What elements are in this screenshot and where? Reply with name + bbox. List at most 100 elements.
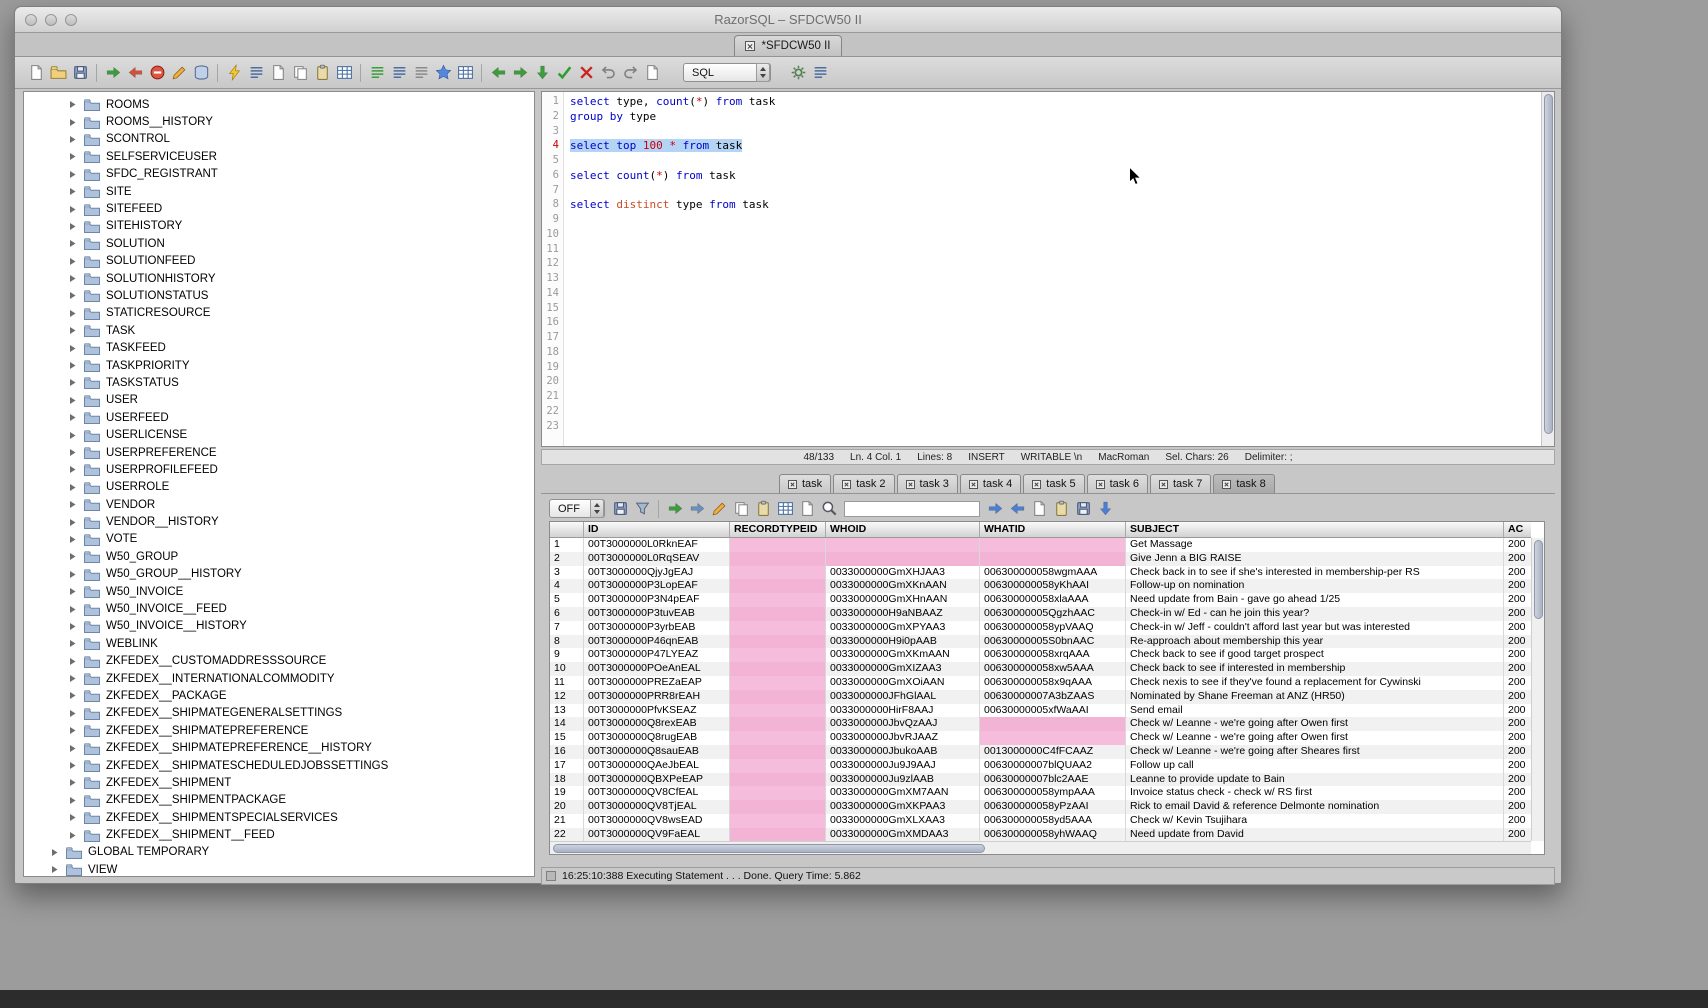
tree-item-taskpriority[interactable]: TASKPRIORITY bbox=[24, 357, 534, 374]
table-cell-num[interactable]: 16 bbox=[550, 745, 584, 759]
tree-item-view[interactable]: VIEW bbox=[24, 861, 534, 877]
tree-item-zkfedex-shipmentspecialservices[interactable]: ZKFEDEX__SHIPMENTSPECIALSERVICES bbox=[24, 809, 534, 826]
tree-item-selfserviceuser[interactable]: SELFSERVICEUSER bbox=[24, 148, 534, 165]
table-cell-whatid[interactable]: 006300000058yPzAAI bbox=[980, 800, 1126, 814]
table-cell-num[interactable]: 17 bbox=[550, 759, 584, 773]
table-cell-ac[interactable]: 200 bbox=[1504, 538, 1531, 552]
table-row[interactable]: 600T3000000P3tuvEAB0033000000H9aNBAAZ006… bbox=[550, 607, 1531, 621]
table-row[interactable]: 1900T3000000QV8CfEAL0033000000GmXM7AAN00… bbox=[550, 786, 1531, 800]
statement-type-select[interactable]: SQL bbox=[683, 63, 771, 82]
table-row[interactable]: 1300T3000000PfvKSEAZ0033000000HirF8AAJ00… bbox=[550, 704, 1531, 718]
table-cell-whatid[interactable] bbox=[980, 538, 1126, 552]
tree-item-w50-group[interactable]: W50_GROUP bbox=[24, 548, 534, 565]
table-cell-whoid[interactable]: 0033000000GmXKPAA3 bbox=[826, 800, 980, 814]
table-cell-ac[interactable]: 200 bbox=[1504, 800, 1531, 814]
table-cell-subject[interactable]: Check back to see if interested in membe… bbox=[1126, 662, 1504, 676]
table-cell-whoid[interactable]: 0033000000HirF8AAJ bbox=[826, 704, 980, 718]
table-cell-num[interactable]: 19 bbox=[550, 786, 584, 800]
table-cell-whatid[interactable] bbox=[980, 731, 1126, 745]
drop-object-icon[interactable] bbox=[146, 62, 168, 84]
tree-item-zkfedex-internationalcommodity[interactable]: ZKFEDEX__INTERNATIONALCOMMODITY bbox=[24, 670, 534, 687]
table-cell-whatid[interactable]: 006300000058yd5AAA bbox=[980, 814, 1126, 828]
tree-item-vendor[interactable]: VENDOR bbox=[24, 496, 534, 513]
scrollbar-thumb[interactable] bbox=[1534, 540, 1543, 619]
tree-item-scontrol[interactable]: SCONTROL bbox=[24, 131, 534, 148]
tree-item-userrole[interactable]: USERROLE bbox=[24, 479, 534, 496]
disclosure-triangle-icon[interactable] bbox=[68, 622, 77, 631]
table-cell-subject[interactable]: Follow up call bbox=[1126, 759, 1504, 773]
tree-item-solution[interactable]: SOLUTION bbox=[24, 235, 534, 252]
table-row[interactable]: 1500T3000000Q8rugEAB0033000000JbvRJAAZCh… bbox=[550, 731, 1531, 745]
table-cell-whoid[interactable]: 0033000000GmXKmAAN bbox=[826, 648, 980, 662]
column-header-id[interactable]: ID bbox=[584, 522, 730, 538]
disclosure-triangle-icon[interactable] bbox=[68, 222, 77, 231]
tree-item-sitehistory[interactable]: SITEHISTORY bbox=[24, 218, 534, 235]
fetch-more-icon[interactable] bbox=[531, 62, 553, 84]
table-cell-recordtypeid[interactable] bbox=[730, 648, 826, 662]
table-cell-subject[interactable]: Check-in w/ Ed - can he join this year? bbox=[1126, 607, 1504, 621]
table-row[interactable]: 1800T3000000QBXPeEAP0033000000Ju9zlAAB00… bbox=[550, 773, 1531, 787]
table-cell-subject[interactable]: Invoice status check - check w/ RS first bbox=[1126, 786, 1504, 800]
table-cell-id[interactable]: 00T3000000P3yrbEAB bbox=[584, 621, 730, 635]
disclosure-triangle-icon[interactable] bbox=[50, 848, 59, 857]
table-row[interactable]: 1700T3000000QAeJbEAL0033000000Ju9J9AAJ00… bbox=[550, 759, 1531, 773]
table-cell-id[interactable]: 00T3000000QBXPeEAP bbox=[584, 773, 730, 787]
paste-cells-icon[interactable] bbox=[752, 498, 774, 520]
table-cell-whoid[interactable]: 0033000000GmXLXAA3 bbox=[826, 814, 980, 828]
table-cell-whoid[interactable]: 0033000000GmXIZAA3 bbox=[826, 662, 980, 676]
explain-plan-icon[interactable] bbox=[245, 62, 267, 84]
table-cell-ac[interactable]: 200 bbox=[1504, 773, 1531, 787]
table-cell-ac[interactable]: 200 bbox=[1504, 621, 1531, 635]
column-header-subject[interactable]: SUBJECT bbox=[1126, 522, 1504, 538]
table-cell-num[interactable]: 22 bbox=[550, 828, 584, 841]
table-vertical-scrollbar[interactable] bbox=[1531, 538, 1544, 841]
table-cell-whatid[interactable]: 006300000058xlaAAA bbox=[980, 593, 1126, 607]
table-row[interactable]: 100T3000000L0RknEAFGet Massage200 bbox=[550, 538, 1531, 552]
close-tab-icon[interactable] bbox=[745, 41, 755, 51]
table-row[interactable]: 800T3000000P46qnEAB0033000000H9i0pAAB006… bbox=[550, 635, 1531, 649]
select-stepper-icon[interactable] bbox=[756, 63, 770, 82]
table-cell-subject[interactable]: Re-approach about membership this year bbox=[1126, 635, 1504, 649]
table-horizontal-scrollbar[interactable] bbox=[550, 841, 1531, 854]
table-cell-ac[interactable]: 200 bbox=[1504, 648, 1531, 662]
export-results-icon[interactable] bbox=[796, 498, 818, 520]
table-cell-ac[interactable]: 200 bbox=[1504, 745, 1531, 759]
tree-item-solutionstatus[interactable]: SOLUTIONSTATUS bbox=[24, 287, 534, 304]
tree-item-userlicense[interactable]: USERLICENSE bbox=[24, 426, 534, 443]
grid-options-icon[interactable] bbox=[774, 498, 796, 520]
table-cell-num[interactable]: 18 bbox=[550, 773, 584, 787]
table-cell-num[interactable]: 11 bbox=[550, 676, 584, 690]
disclosure-triangle-icon[interactable] bbox=[68, 813, 77, 822]
table-cell-num[interactable]: 6 bbox=[550, 607, 584, 621]
table-cell-subject[interactable]: Check back in to see if she's interested… bbox=[1126, 566, 1504, 580]
next-match-icon[interactable] bbox=[984, 498, 1006, 520]
tree-item-staticresource[interactable]: STATICRESOURCE bbox=[24, 305, 534, 322]
disclosure-triangle-icon[interactable] bbox=[68, 674, 77, 683]
table-cell-id[interactable]: 00T3000000Q8sauEAB bbox=[584, 745, 730, 759]
table-cell-whatid[interactable]: 00630000007A3bZAAS bbox=[980, 690, 1126, 704]
table-cell-whatid[interactable]: 00630000007blc2AAE bbox=[980, 773, 1126, 787]
result-tab-task-6[interactable]: task 6 bbox=[1087, 474, 1148, 493]
table-cell-recordtypeid[interactable] bbox=[730, 635, 826, 649]
disclosure-triangle-icon[interactable] bbox=[68, 796, 77, 805]
table-cell-whoid[interactable]: 0033000000JbvQzAAJ bbox=[826, 717, 980, 731]
table-cell-id[interactable]: 00T3000000PREZaEAP bbox=[584, 676, 730, 690]
redo-icon[interactable] bbox=[619, 62, 641, 84]
table-cell-ac[interactable]: 200 bbox=[1504, 579, 1531, 593]
save-icon[interactable] bbox=[69, 62, 91, 84]
result-tab-task-7[interactable]: task 7 bbox=[1150, 474, 1211, 493]
tree-item-userfeed[interactable]: USERFEED bbox=[24, 409, 534, 426]
tree-item-w50-invoice-history[interactable]: W50_INVOICE__HISTORY bbox=[24, 618, 534, 635]
tree-item-user[interactable]: USER bbox=[24, 392, 534, 409]
table-row[interactable]: 1100T3000000PREZaEAP0033000000GmXOiAAN00… bbox=[550, 676, 1531, 690]
disclosure-triangle-icon[interactable] bbox=[68, 518, 77, 527]
table-cell-whoid[interactable]: 0033000000GmXKnAAN bbox=[826, 579, 980, 593]
tools-gear-icon[interactable] bbox=[787, 62, 809, 84]
tree-item-weblink[interactable]: WEBLINK bbox=[24, 635, 534, 652]
editor-window-icon[interactable] bbox=[641, 62, 663, 84]
close-tab-icon[interactable] bbox=[969, 480, 978, 489]
table-cell-whatid[interactable]: 006300000058yhWAAQ bbox=[980, 828, 1126, 841]
table-cell-num[interactable]: 13 bbox=[550, 704, 584, 718]
table-cell-whoid[interactable]: 0033000000GmXHnAAN bbox=[826, 593, 980, 607]
table-cell-recordtypeid[interactable] bbox=[730, 828, 826, 841]
